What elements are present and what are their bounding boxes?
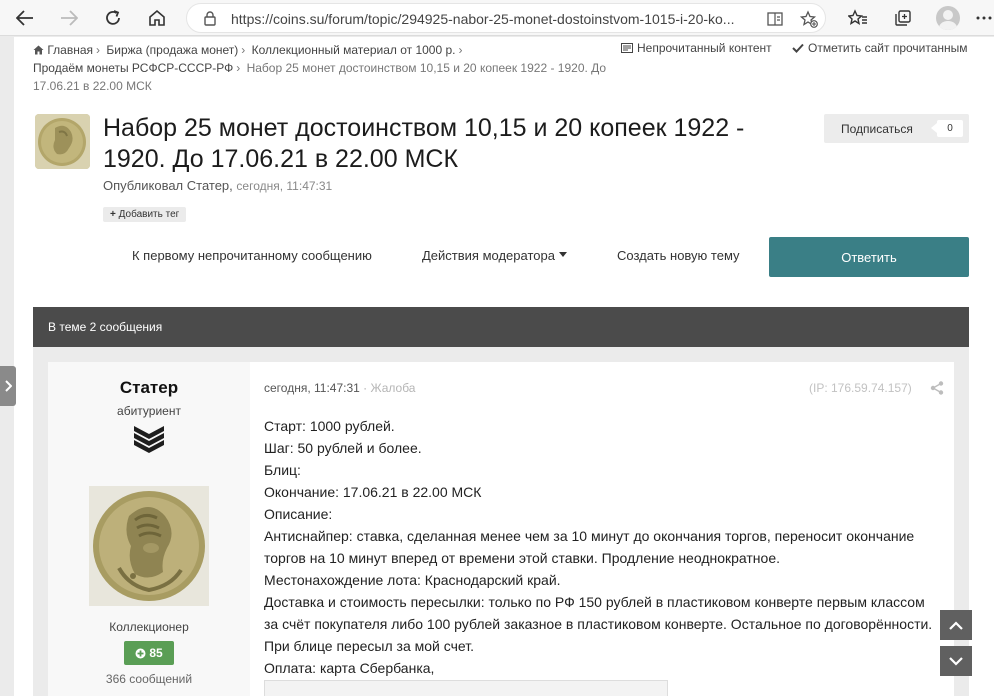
scroll-top-button[interactable] xyxy=(940,610,972,640)
reload-icon[interactable] xyxy=(100,5,126,31)
post-line: Оплата: карта Сбербанка, xyxy=(264,660,435,676)
topic-byline: Опубликовал Статер, сегодня, 11:47:31 xyxy=(103,178,332,193)
post-time[interactable]: сегодня, 11:47:31 xyxy=(264,381,360,395)
create-topic-link[interactable]: Создать новую тему xyxy=(617,248,740,263)
rank-chevrons-icon xyxy=(134,426,164,453)
page-title: Набор 25 монет достоинством 10,15 и 20 к… xyxy=(103,114,745,173)
breadcrumb-selling-coins[interactable]: Продаём монеты РСФСР-СССР-РФ xyxy=(33,61,233,75)
post-line: Блиц: xyxy=(264,462,301,478)
sidebar-toggle-chevron-right-icon[interactable] xyxy=(0,366,16,406)
post-body: Старт: 1000 рублей. Шаг: 50 рублей и бол… xyxy=(264,415,944,679)
author-name[interactable]: Статер xyxy=(48,378,250,398)
moderator-actions-dropdown[interactable]: Действия модератора xyxy=(422,248,567,263)
thread-count-bar: В теме 2 сообщения xyxy=(33,307,969,347)
post-line: Местонахождение лота: Краснодарский край… xyxy=(264,572,561,588)
post-line: за счёт покупателя либо 100 рублей заказ… xyxy=(264,616,933,632)
subscriber-count: 0 xyxy=(931,120,963,137)
breadcrumb-separator: › xyxy=(241,43,246,57)
home-icon[interactable] xyxy=(144,5,170,31)
post-ip: (IP: 176.59.74.157) xyxy=(809,381,912,395)
moderator-actions-label: Действия модератора xyxy=(422,248,555,263)
back-icon[interactable] xyxy=(12,5,38,31)
browser-toolbar: https://coins.su/forum/topic/294925-nabo… xyxy=(0,0,994,36)
posted-by: Опубликовал Статер, xyxy=(103,178,233,193)
checkmark-icon xyxy=(792,43,804,53)
scroll-bottom-button[interactable] xyxy=(940,646,972,676)
post-line: Старт: 1000 рублей. xyxy=(264,418,395,434)
mark-site-read-link[interactable]: Отметить сайт прочитанным xyxy=(792,41,968,55)
report-link[interactable]: Жалоба xyxy=(371,381,416,395)
collections-icon[interactable] xyxy=(890,5,916,31)
meta-separator: · xyxy=(363,381,368,395)
lock-icon xyxy=(204,11,216,26)
breadcrumb: Главная › Биржа (продажа монет) › Коллекци… xyxy=(33,41,623,95)
subscribe-button[interactable]: Подписаться 0 xyxy=(824,114,969,143)
url-text: https://coins.su/forum/topic/294925-nabo… xyxy=(231,11,735,27)
favorites-icon[interactable] xyxy=(845,5,871,31)
subscribe-label: Подписаться xyxy=(841,121,913,136)
author-avatar[interactable] xyxy=(89,486,209,606)
chevron-up-icon xyxy=(949,620,963,630)
post-line: Описание: xyxy=(264,506,333,522)
reputation-value: 85 xyxy=(149,646,163,660)
post-line: Антиснайпер: ставка, сделанная менее чем… xyxy=(264,528,915,544)
reply-button[interactable]: Ответить xyxy=(769,237,969,277)
profile-avatar-icon[interactable] xyxy=(936,6,960,30)
author-group: Коллекционер xyxy=(109,620,189,634)
breadcrumb-collectible[interactable]: Коллекционный материал от 1000 р. xyxy=(252,43,456,57)
share-icon[interactable] xyxy=(930,381,944,395)
post-line: торгов на 10 минут вперед от времени это… xyxy=(264,550,781,566)
reputation-badge[interactable]: 85 xyxy=(124,641,174,665)
topic-author-avatar[interactable] xyxy=(35,114,90,169)
post-line: При блице пересыл за мой счет. xyxy=(264,638,474,654)
posted-time: сегодня, 11:47:31 xyxy=(236,179,333,193)
address-bar[interactable]: https://coins.su/forum/topic/294925-nabo… xyxy=(186,3,826,33)
first-unread-link[interactable]: К первому непрочитанному сообщению xyxy=(132,248,372,263)
breadcrumb-separator: › xyxy=(236,61,241,75)
post-line: Шаг: 50 рублей и более. xyxy=(264,440,422,456)
thread-count: В теме 2 сообщения xyxy=(48,320,163,334)
post-meta: сегодня, 11:47:31 · Жалоба xyxy=(264,381,415,395)
add-tag-button[interactable]: + Добавить тег xyxy=(103,207,187,222)
breadcrumb-home[interactable]: Главная xyxy=(47,43,93,57)
post-line: Окончание: 17.06.21 в 22.00 МСК xyxy=(264,484,482,500)
breadcrumb-separator: › xyxy=(96,43,101,57)
post-attachment-image[interactable] xyxy=(264,680,668,696)
author-post-count: 366 сообщений xyxy=(105,672,193,686)
home-small-icon xyxy=(33,45,44,55)
breadcrumb-exchange[interactable]: Биржа (продажа монет) xyxy=(106,43,238,57)
add-tag-label: Добавить тег xyxy=(118,209,180,220)
forward-icon[interactable] xyxy=(56,5,82,31)
author-rank: абитуриент xyxy=(117,404,181,418)
plus-icon: + xyxy=(110,209,116,220)
chevron-down-icon xyxy=(949,656,963,666)
breadcrumb-separator: › xyxy=(458,43,463,57)
mark-site-read-label: Отметить сайт прочитанным xyxy=(808,41,968,55)
unread-content-link[interactable]: Непрочитанный контент xyxy=(621,41,772,55)
post-line: Доставка и стоимость пересылки: только п… xyxy=(264,594,925,610)
newspaper-icon xyxy=(621,43,633,53)
plus-circle-icon xyxy=(135,648,146,658)
more-options-icon[interactable] xyxy=(974,5,994,31)
reader-view-icon[interactable] xyxy=(765,9,785,29)
add-favorite-icon[interactable] xyxy=(799,9,819,29)
caret-down-icon xyxy=(558,252,567,257)
unread-content-label: Непрочитанный контент xyxy=(637,41,772,55)
